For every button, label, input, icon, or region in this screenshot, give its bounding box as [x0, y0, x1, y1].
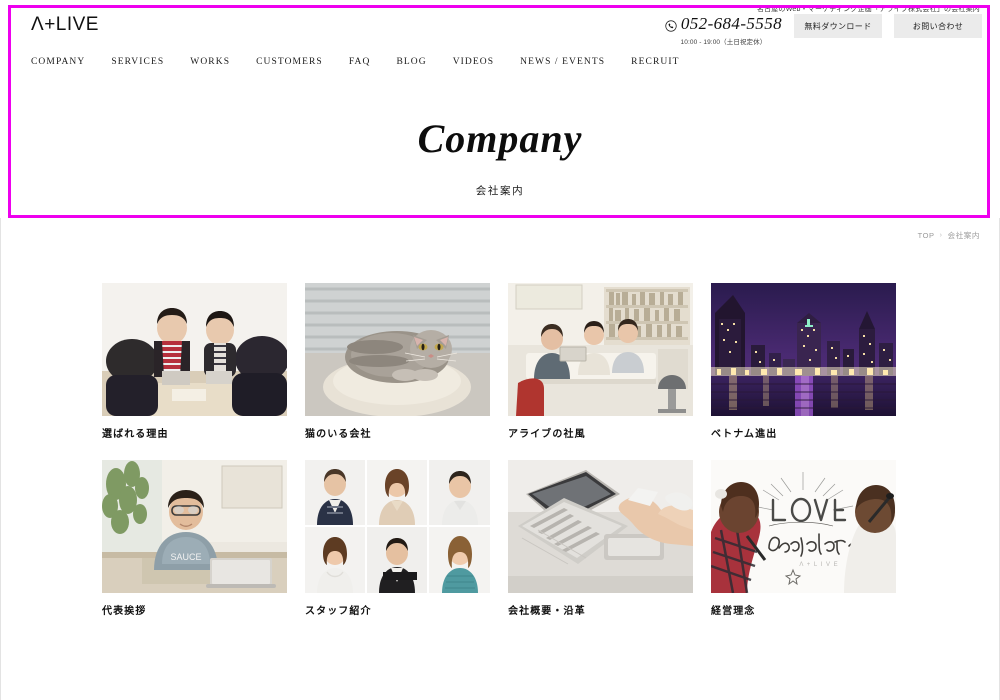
- site-tagline: 名古屋のWeb・マーケティング企画「アライブ株式会社」の会社案内: [756, 6, 980, 13]
- nav-item-company[interactable]: COMPANY: [31, 57, 85, 67]
- nav-item-works[interactable]: WORKS: [190, 57, 230, 67]
- office-team-photo: [508, 283, 693, 416]
- card-company-profile[interactable]: 会社概要・沿革: [508, 460, 693, 618]
- love-each-other-wall-photo: Λ + L I V E: [711, 460, 896, 593]
- card-title: スタッフ紹介: [305, 606, 372, 617]
- svg-text:Λ + L I V E: Λ + L I V E: [799, 562, 838, 568]
- nav-item-blog[interactable]: BLOG: [396, 57, 426, 67]
- card-title: アライブの社風: [508, 429, 586, 440]
- card-cat-company[interactable]: 猫のいる会社: [305, 283, 490, 441]
- telephone-block: 052-684-5558 10:00 - 19:00（土日祝定休）: [665, 14, 782, 46]
- card-title: ベトナム進出: [711, 429, 778, 440]
- nav-item-customers[interactable]: CUSTOMERS: [256, 57, 323, 67]
- free-download-button[interactable]: 無料ダウンロード: [794, 14, 882, 38]
- card-staff-introduction[interactable]: スタッフ紹介: [305, 460, 490, 618]
- telephone-number: 052-684-5558: [680, 14, 782, 33]
- card-management-philosophy[interactable]: Λ + L I V E 経営理念: [711, 460, 896, 618]
- header-right-cluster: 052-684-5558 10:00 - 19:00（土日祝定休） 無料ダウンロ…: [665, 14, 982, 46]
- staff-grid-photo: [305, 460, 490, 593]
- page-root: 名古屋のWeb・マーケティング企画「アライブ株式会社」の会社案内 Λ+LIVE …: [0, 0, 1000, 700]
- meeting-room-photo: [102, 283, 287, 416]
- hero-section: Company 会社案内: [0, 84, 1000, 218]
- telephone-hours: 10:00 - 19:00（土日祝定休）: [680, 39, 767, 46]
- breadcrumb: TOP › 会社案内: [918, 230, 980, 241]
- nav-item-services[interactable]: SERVICES: [111, 57, 164, 67]
- contact-button[interactable]: お問い合わせ: [894, 14, 982, 38]
- breadcrumb-current: 会社案内: [947, 231, 980, 240]
- card-vietnam-expansion[interactable]: ベトナム進出: [711, 283, 896, 441]
- phone-icon: [665, 18, 677, 32]
- page-subtitle: 会社案内: [475, 185, 525, 197]
- telephone-line[interactable]: 052-684-5558: [665, 15, 782, 32]
- card-title: 選ばれる理由: [102, 429, 169, 440]
- nav-item-videos[interactable]: VIDEOS: [453, 57, 494, 67]
- cat-on-bed-photo: [305, 283, 490, 416]
- logo-text: Λ+LIVE: [31, 14, 99, 35]
- card-ceo-message[interactable]: SAUCE 代表挨拶: [102, 460, 287, 618]
- card-reason-chosen[interactable]: 選ばれる理由: [102, 283, 287, 441]
- card-title: 猫のいる会社: [305, 429, 372, 440]
- card-company-culture[interactable]: アライブの社風: [508, 283, 693, 441]
- main-navigation: COMPANY SERVICES WORKS CUSTOMERS FAQ BLO…: [31, 57, 680, 67]
- breadcrumb-home[interactable]: TOP: [918, 231, 935, 240]
- site-logo[interactable]: Λ+LIVE: [31, 15, 99, 34]
- card-title: 会社概要・沿革: [508, 606, 586, 617]
- breadcrumb-separator: ›: [939, 232, 943, 239]
- card-title: 経営理念: [711, 606, 756, 617]
- company-card-grid: 選ばれる理由 猫のいる会社 アライブの社風 ベトナム進出 SAUCE 代表挨拶 …: [102, 283, 898, 618]
- site-header: 名古屋のWeb・マーケティング企画「アライブ株式会社」の会社案内 Λ+LIVE …: [0, 0, 1000, 84]
- night-cityscape-photo: [711, 283, 896, 416]
- nav-item-news-events[interactable]: NEWS / EVENTS: [520, 57, 605, 67]
- page-title: Company: [417, 116, 583, 161]
- ceo-portrait-photo: SAUCE: [102, 460, 287, 593]
- nav-item-faq[interactable]: FAQ: [349, 57, 371, 67]
- title-divider: [494, 216, 506, 217]
- card-title: 代表挨拶: [102, 606, 147, 617]
- nav-item-recruit[interactable]: RECRUIT: [631, 57, 679, 67]
- svg-text:SAUCE: SAUCE: [170, 552, 201, 562]
- laptop-desk-photo: [508, 460, 693, 593]
